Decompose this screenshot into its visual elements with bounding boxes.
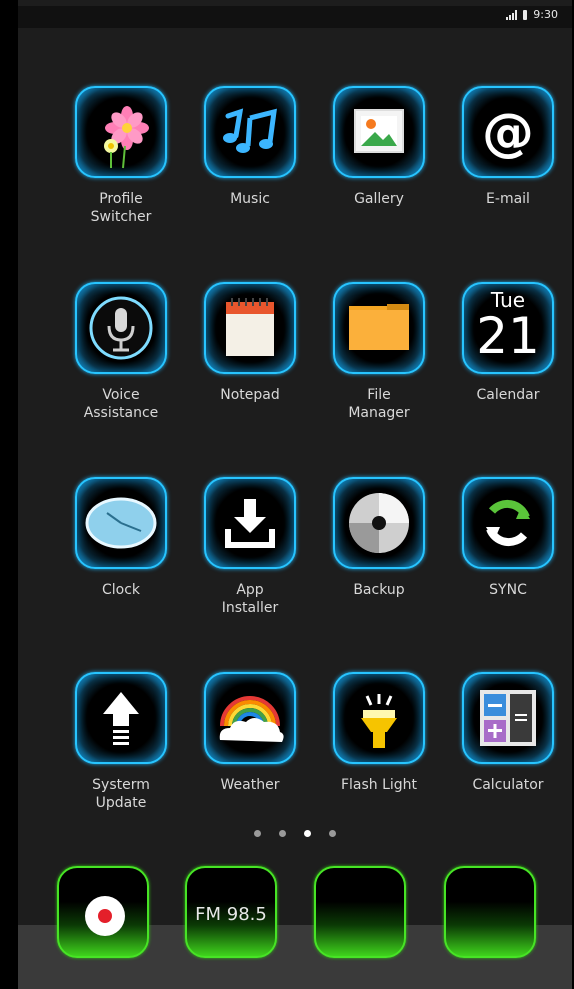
app-label: E-mail bbox=[486, 191, 530, 207]
app-flash-light[interactable]: Flash Light bbox=[319, 672, 439, 794]
dock-blank-button[interactable] bbox=[444, 866, 536, 958]
radio-frequency: FM 98.5 bbox=[195, 904, 267, 925]
app-label: Notepad bbox=[220, 387, 280, 403]
page-dot[interactable] bbox=[329, 830, 336, 837]
sync-icon bbox=[462, 477, 554, 569]
dock-radio-button[interactable]: FM 98.5 bbox=[185, 866, 277, 958]
folder-icon bbox=[333, 282, 425, 374]
app-app-installer[interactable]: App Installer bbox=[190, 477, 310, 617]
app-clock[interactable]: Clock bbox=[61, 477, 181, 599]
record-icon bbox=[85, 896, 125, 936]
page-dot[interactable] bbox=[254, 830, 261, 837]
signal-icon bbox=[506, 9, 518, 20]
app-label: SYNC bbox=[489, 582, 527, 598]
app-weather[interactable]: Weather bbox=[190, 672, 310, 794]
music-notes-icon bbox=[204, 86, 296, 178]
app-email[interactable]: @ E-mail bbox=[448, 86, 568, 208]
app-label: Calendar bbox=[476, 387, 540, 403]
page-indicator bbox=[18, 830, 572, 837]
rainbow-cloud-icon bbox=[204, 672, 296, 764]
app-backup[interactable]: Backup bbox=[319, 477, 439, 599]
app-calendar[interactable]: Tue 21 Calendar bbox=[448, 282, 568, 404]
dock-record-button[interactable] bbox=[57, 866, 149, 958]
app-label: Profile Switcher bbox=[90, 191, 152, 225]
page-dot-active[interactable] bbox=[304, 830, 311, 837]
home-screen: 9:30 Profile Switcher Music Gallery @ E-… bbox=[18, 0, 572, 989]
download-icon bbox=[204, 477, 296, 569]
app-label: Calculator bbox=[472, 777, 544, 793]
arrow-up-icon bbox=[75, 672, 167, 764]
app-label: Systerm Update bbox=[92, 777, 150, 811]
app-label: Music bbox=[230, 191, 270, 207]
app-label: File Manager bbox=[348, 387, 410, 421]
picture-icon bbox=[333, 86, 425, 178]
app-sync[interactable]: SYNC bbox=[448, 477, 568, 599]
app-music[interactable]: Music bbox=[190, 86, 310, 208]
flower-icon bbox=[75, 86, 167, 178]
battery-icon bbox=[523, 9, 528, 20]
app-label: Clock bbox=[101, 582, 141, 598]
flashlight-icon bbox=[333, 672, 425, 764]
app-label: Voice Assistance bbox=[83, 387, 159, 421]
app-label: Backup bbox=[353, 582, 405, 598]
at-sign-icon: @ bbox=[462, 86, 554, 178]
dock-blank-button[interactable] bbox=[314, 866, 406, 958]
calendar-date: 21 bbox=[476, 307, 540, 365]
disc-icon bbox=[333, 477, 425, 569]
clock-icon bbox=[75, 477, 167, 569]
app-label: App Installer bbox=[221, 582, 279, 616]
calendar-icon: Tue 21 bbox=[462, 282, 554, 374]
notepad-icon bbox=[204, 282, 296, 374]
calculator-icon bbox=[462, 672, 554, 764]
app-voice-assistance[interactable]: Voice Assistance bbox=[61, 282, 181, 422]
app-notepad[interactable]: Notepad bbox=[190, 282, 310, 404]
app-label: Flash Light bbox=[340, 777, 418, 793]
app-label: Gallery bbox=[354, 191, 404, 207]
app-system-update[interactable]: Systerm Update bbox=[61, 672, 181, 812]
app-file-manager[interactable]: File Manager bbox=[319, 282, 439, 422]
app-gallery[interactable]: Gallery bbox=[319, 86, 439, 208]
app-calculator[interactable]: Calculator bbox=[448, 672, 568, 794]
status-bar: 9:30 bbox=[18, 6, 572, 28]
page-dot[interactable] bbox=[279, 830, 286, 837]
svg-text:@: @ bbox=[482, 103, 534, 163]
app-profile-switcher[interactable]: Profile Switcher bbox=[61, 86, 181, 226]
status-time: 9:30 bbox=[533, 8, 558, 21]
app-label: Weather bbox=[220, 777, 280, 793]
microphone-icon bbox=[75, 282, 167, 374]
